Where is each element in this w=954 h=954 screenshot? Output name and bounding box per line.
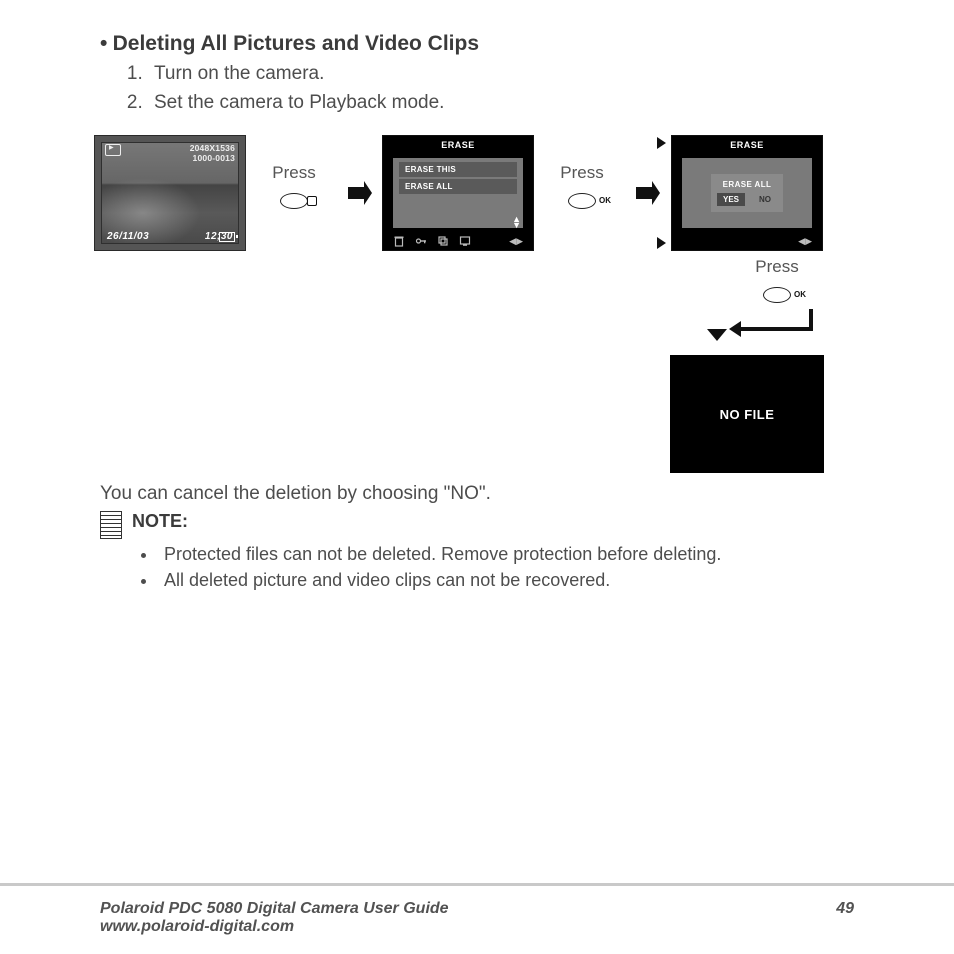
page-footer: Polaroid PDC 5080 Digital Camera User Gu…	[0, 884, 954, 954]
note-icon	[100, 511, 122, 539]
copy-icon	[437, 235, 449, 247]
arrow-right-icon	[657, 237, 666, 249]
note-item: All deleted picture and video clips can …	[158, 567, 864, 593]
trash-icon	[393, 235, 405, 247]
index-text: 1000-0013	[190, 154, 235, 164]
ok-label: OK	[599, 196, 611, 205]
press-ok-group-1: Press OK	[544, 135, 620, 209]
menu-title: ERASE	[672, 136, 822, 154]
page: •Deleting All Pictures and Video Clips T…	[0, 0, 954, 954]
note-block: NOTE: Protected files can not be deleted…	[100, 511, 864, 593]
menu-option-erase-all: ERASE ALL	[399, 179, 517, 194]
section-heading: •Deleting All Pictures and Video Clips	[100, 32, 864, 56]
no-file-text: NO FILE	[720, 407, 775, 422]
page-number: 49	[836, 900, 854, 918]
icon-bar: ◀▶	[383, 232, 533, 250]
press-m-group: Press	[256, 135, 332, 209]
date-text: 26/11/03	[107, 231, 149, 242]
key-icon	[415, 235, 427, 247]
screen-icon	[459, 235, 471, 247]
note-item: Protected files can not be deleted. Remo…	[158, 541, 864, 567]
erase-confirm-screen: ERASE ERASE ALL YES NO ◀▶	[671, 135, 823, 251]
playback-screen: 2048X1536 1000-0013 26/11/03 12;30	[94, 135, 246, 251]
ok-button-icon: OK	[763, 287, 791, 303]
confirm-no: NO	[753, 193, 777, 206]
right-column: ERASE ERASE ALL YES NO ◀▶	[670, 135, 824, 473]
playback-icon	[105, 144, 121, 156]
photo-meta: 2048X1536 1000-0013	[190, 144, 235, 164]
press-label: Press	[755, 257, 798, 277]
confirm-yes: YES	[717, 193, 745, 206]
step-item: Turn on the camera.	[148, 60, 864, 89]
arrow-down-left-icon	[681, 309, 833, 349]
updown-icon: ▲▼	[512, 217, 521, 228]
heading-text: Deleting All Pictures and Video Clips	[113, 32, 479, 55]
no-file-screen: NO FILE	[670, 355, 824, 473]
ok-button-icon: OK	[568, 193, 596, 209]
press-label: Press	[272, 163, 315, 183]
footer-title: Polaroid PDC 5080 Digital Camera User Gu…	[100, 900, 449, 918]
leftright-icon: ◀▶	[798, 236, 812, 247]
battery-icon	[219, 232, 235, 242]
menu-title: ERASE	[383, 136, 533, 154]
m-button-icon	[280, 193, 308, 209]
menu-option-erase-this: ERASE THIS	[399, 162, 517, 177]
step-item: Set the camera to Playback mode.	[148, 89, 864, 118]
footer-url: www.polaroid-digital.com	[100, 918, 854, 936]
note-label: NOTE:	[132, 511, 188, 532]
press-ok-group-2: Press OK	[755, 257, 798, 303]
step-list: Turn on the camera. Set the camera to Pl…	[100, 60, 864, 117]
leftright-icon: ◀▶	[509, 236, 523, 247]
arrow-right-icon	[630, 135, 660, 251]
figure-flow: 2048X1536 1000-0013 26/11/03 12;30 Press	[94, 135, 864, 473]
arrow-right-icon	[657, 137, 666, 149]
ok-label: OK	[794, 290, 806, 299]
erase-menu-screen: ERASE ERASE THIS ERASE ALL ▲▼ ◀▶	[382, 135, 534, 251]
arrow-right-icon	[342, 135, 372, 251]
cancel-note: You can cancel the deletion by choosing …	[100, 483, 864, 505]
press-label: Press	[560, 163, 603, 183]
confirm-title: ERASE ALL	[723, 180, 772, 189]
